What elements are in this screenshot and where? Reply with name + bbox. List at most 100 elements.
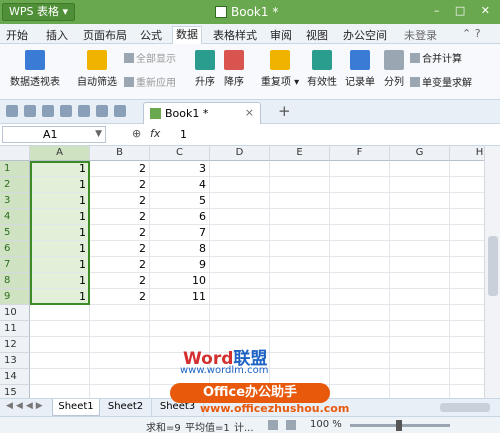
cell[interactable] xyxy=(210,193,270,209)
cell[interactable] xyxy=(390,337,450,353)
cell[interactable] xyxy=(330,161,390,177)
row-header[interactable]: 4 xyxy=(0,209,30,225)
column-header-b[interactable]: B xyxy=(90,146,150,161)
cell[interactable] xyxy=(330,289,390,305)
cell[interactable]: 2 xyxy=(90,161,150,177)
cell[interactable] xyxy=(210,225,270,241)
row-header[interactable]: 7 xyxy=(0,257,30,273)
cell[interactable] xyxy=(330,305,390,321)
cell[interactable] xyxy=(270,225,330,241)
cell[interactable]: 2 xyxy=(90,193,150,209)
cell[interactable] xyxy=(270,177,330,193)
normal-view-icon[interactable] xyxy=(268,420,278,430)
cell[interactable]: 1 xyxy=(30,257,90,273)
cell[interactable] xyxy=(30,305,90,321)
close-tab-icon[interactable]: × xyxy=(245,106,254,119)
column-header-g[interactable]: G xyxy=(390,146,450,161)
open-icon[interactable] xyxy=(6,105,18,117)
cell[interactable]: 4 xyxy=(150,177,210,193)
vertical-scrollbar[interactable] xyxy=(484,146,500,398)
cell[interactable]: 10 xyxy=(150,273,210,289)
zoom-icon[interactable]: ⊕ xyxy=(132,127,141,140)
cell[interactable] xyxy=(330,225,390,241)
help-icons[interactable]: ⌃ ? xyxy=(462,27,481,40)
cell[interactable] xyxy=(450,289,484,305)
undo-icon[interactable] xyxy=(78,105,90,117)
cell[interactable] xyxy=(390,305,450,321)
row-header[interactable]: 12 xyxy=(0,337,30,353)
print-icon[interactable] xyxy=(42,105,54,117)
cell[interactable] xyxy=(330,369,390,385)
cell[interactable]: 2 xyxy=(90,273,150,289)
sort-ascending-button[interactable]: 升序 xyxy=(192,50,218,88)
cell[interactable] xyxy=(450,385,484,398)
sheet-tab-2[interactable]: Sheet2 xyxy=(100,399,152,416)
cell[interactable]: 2 xyxy=(90,289,150,305)
cell[interactable] xyxy=(210,209,270,225)
cell[interactable]: 6 xyxy=(150,209,210,225)
menu-view[interactable]: 视图 xyxy=(306,27,328,43)
function-icon[interactable]: fx xyxy=(150,127,160,140)
split-column-button[interactable]: 分列 xyxy=(381,50,407,88)
cell[interactable] xyxy=(450,257,484,273)
cell[interactable] xyxy=(390,273,450,289)
cell[interactable] xyxy=(390,193,450,209)
document-tab[interactable]: Book1 * × xyxy=(143,102,261,124)
row-header[interactable]: 13 xyxy=(0,353,30,369)
cell[interactable] xyxy=(390,241,450,257)
cell[interactable] xyxy=(90,369,150,385)
cell[interactable] xyxy=(330,385,390,398)
cell[interactable] xyxy=(270,273,330,289)
cell[interactable] xyxy=(270,305,330,321)
cell[interactable] xyxy=(30,321,90,337)
cell[interactable] xyxy=(330,257,390,273)
menu-office-space[interactable]: 办公空间 xyxy=(343,27,387,43)
cell[interactable] xyxy=(270,241,330,257)
cell[interactable] xyxy=(210,321,270,337)
cell[interactable]: 9 xyxy=(150,257,210,273)
cell[interactable] xyxy=(270,257,330,273)
row-header[interactable]: 1 xyxy=(0,161,30,177)
row-header[interactable]: 15 xyxy=(0,385,30,398)
cell[interactable] xyxy=(90,337,150,353)
cell[interactable] xyxy=(150,321,210,337)
cell[interactable]: 1 xyxy=(30,209,90,225)
cell[interactable] xyxy=(30,337,90,353)
cell[interactable]: 2 xyxy=(90,225,150,241)
save-icon[interactable] xyxy=(24,105,36,117)
goal-seek-button[interactable]: 单变量求解 xyxy=(410,74,498,89)
cell[interactable] xyxy=(390,385,450,398)
horizontal-scrollbar[interactable] xyxy=(440,403,490,412)
spreadsheet-grid[interactable]: A B C D E F G H 112321243125412651276128… xyxy=(0,146,484,398)
add-tab-button[interactable]: + xyxy=(278,102,291,120)
cell[interactable] xyxy=(330,337,390,353)
sheet-nav-arrows[interactable]: ◀◀◀▶ xyxy=(6,401,46,411)
cell[interactable] xyxy=(330,193,390,209)
cell[interactable] xyxy=(390,369,450,385)
cell[interactable] xyxy=(90,305,150,321)
cell[interactable]: 8 xyxy=(150,241,210,257)
preview-icon[interactable] xyxy=(60,105,72,117)
cell[interactable] xyxy=(450,353,484,369)
menu-page-layout[interactable]: 页面布局 xyxy=(83,27,127,43)
formula-input[interactable]: 1 xyxy=(180,128,187,141)
corner-select-all[interactable] xyxy=(0,146,30,161)
cell[interactable]: 1 xyxy=(30,273,90,289)
cell[interactable] xyxy=(210,177,270,193)
row-header[interactable]: 9 xyxy=(0,289,30,305)
cell[interactable] xyxy=(450,273,484,289)
cell[interactable]: 1 xyxy=(30,193,90,209)
cell[interactable] xyxy=(270,321,330,337)
cell[interactable] xyxy=(390,177,450,193)
cell[interactable] xyxy=(90,353,150,369)
column-header-f[interactable]: F xyxy=(330,146,390,161)
cell[interactable] xyxy=(450,161,484,177)
cell[interactable]: 5 xyxy=(150,193,210,209)
customize-icon[interactable] xyxy=(114,105,126,117)
page-break-view-icon[interactable] xyxy=(286,420,296,430)
cell[interactable] xyxy=(450,177,484,193)
cell[interactable]: 2 xyxy=(90,241,150,257)
pivot-table-button[interactable]: 数据透视表 xyxy=(6,50,64,88)
login-link[interactable]: 未登录 xyxy=(404,27,437,43)
menu-insert[interactable]: 插入 xyxy=(46,27,68,43)
